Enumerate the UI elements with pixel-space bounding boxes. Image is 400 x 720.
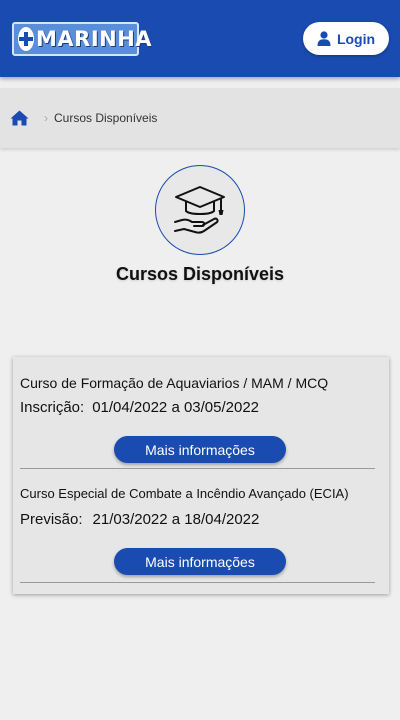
course-date: Previsão: 21/03/2022 a 18/04/2022 — [20, 511, 382, 528]
courses-card: Curso de Formação de Aquaviarios / MAM /… — [13, 357, 389, 594]
plus-icon — [18, 27, 34, 51]
course-item: Curso Especial de Combate a Incêndio Ava… — [20, 486, 382, 528]
home-icon[interactable] — [10, 109, 30, 127]
breadcrumb-current: Cursos Disponíveis — [54, 111, 158, 125]
marinha-logo[interactable]: MARINHA — [12, 22, 152, 56]
course-date-value: 21/03/2022 a 18/04/2022 — [92, 511, 260, 528]
course-date-value: 01/04/2022 a 03/05/2022 — [92, 399, 260, 416]
user-icon — [317, 31, 331, 46]
page-title: Cursos Disponíveis — [115, 264, 285, 284]
logo-text: MARINHA — [36, 27, 153, 51]
graduation-cap-hand-icon — [174, 186, 225, 234]
divider — [20, 582, 375, 583]
more-info-button[interactable]: Mais informações — [114, 548, 286, 575]
breadcrumb: › Cursos Disponíveis — [0, 88, 400, 148]
course-date-label: Inscrição: — [20, 399, 85, 416]
more-info-button[interactable]: Mais informações — [114, 436, 286, 463]
top-bar: MARINHA Login — [0, 0, 400, 77]
course-item: Curso de Formação de Aquaviarios / MAM /… — [20, 375, 382, 416]
course-title: Curso Especial de Combate a Incêndio Ava… — [20, 486, 349, 501]
course-date-label: Previsão: — [20, 511, 83, 528]
login-button[interactable]: Login — [303, 22, 389, 55]
breadcrumb-separator: › — [44, 111, 48, 125]
course-date: Inscrição: 01/04/2022 a 03/05/2022 — [20, 399, 382, 416]
login-label: Login — [336, 30, 376, 47]
hero-graduation-icon-circle — [155, 165, 245, 255]
divider — [20, 468, 375, 469]
course-title: Curso de Formação de Aquaviarios / MAM /… — [20, 375, 329, 391]
